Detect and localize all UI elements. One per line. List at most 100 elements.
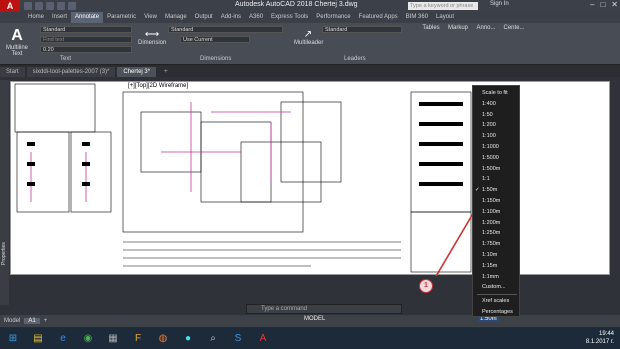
ribbon-tab[interactable]: Express Tools bbox=[267, 12, 312, 23]
scale-menu-item[interactable]: 1:1 bbox=[473, 174, 520, 184]
text-a-icon: A bbox=[11, 27, 23, 44]
search-icon[interactable]: ⌕ bbox=[201, 329, 225, 348]
scale-menu-item[interactable]: 1:400 bbox=[473, 99, 520, 109]
layout-paper[interactable] bbox=[10, 81, 610, 279]
ribbon-tab[interactable]: Insert bbox=[48, 12, 71, 23]
scale-menu-item[interactable]: 1:250m bbox=[473, 228, 520, 238]
model-space-toggle[interactable]: MODEL bbox=[304, 316, 325, 322]
drawing-sheet bbox=[14, 83, 482, 279]
open-icon[interactable] bbox=[35, 2, 43, 10]
taskbar-autocad-icon[interactable]: A bbox=[251, 329, 275, 348]
ribbon-tab[interactable]: Layout bbox=[432, 12, 458, 23]
annotation-scaling-button[interactable]: Anno... bbox=[474, 25, 498, 31]
ribbon-tab[interactable]: View bbox=[140, 12, 161, 23]
scale-menu-item[interactable]: 1:1000 bbox=[473, 142, 520, 152]
ribbon-tab[interactable]: Home bbox=[24, 12, 48, 23]
new-tab-icon[interactable]: + bbox=[158, 67, 174, 77]
ribbon-tab[interactable]: A360 bbox=[245, 12, 267, 23]
scale-menu-item[interactable]: 1:50 bbox=[473, 110, 520, 120]
tab-model[interactable]: Model bbox=[0, 318, 24, 324]
dim-layer-select[interactable]: Use Current bbox=[180, 36, 250, 43]
tables-button[interactable]: Tables bbox=[420, 25, 442, 31]
markup-button[interactable]: Markup bbox=[446, 25, 470, 31]
app-icon[interactable]: ▦ bbox=[101, 329, 125, 348]
tab-chertej[interactable]: Chertej 3* bbox=[117, 67, 157, 77]
clock-time: 19:44 bbox=[598, 331, 614, 337]
dimension-label: Dimension bbox=[138, 40, 167, 46]
scale-menu-item[interactable]: 1:50m bbox=[473, 185, 520, 195]
torrent-icon[interactable]: ● bbox=[176, 329, 200, 348]
ribbon-tab[interactable]: Annotate bbox=[71, 12, 104, 23]
ribbon-tab[interactable]: Parametric bbox=[103, 12, 140, 23]
minimize-icon[interactable]: – bbox=[590, 0, 594, 9]
autocad-logo[interactable]: A bbox=[0, 0, 20, 12]
leader-style-select[interactable]: Standard bbox=[322, 26, 402, 33]
maximize-icon[interactable]: □ bbox=[600, 0, 605, 9]
signin-button[interactable]: Sign In bbox=[490, 1, 509, 7]
text-height-input[interactable]: 0.20 bbox=[40, 46, 132, 53]
add-layout-icon[interactable]: + bbox=[40, 318, 52, 324]
tab-layout-a1[interactable]: A1 bbox=[24, 318, 40, 324]
tab-start[interactable]: Start bbox=[0, 67, 25, 77]
find-text-input[interactable]: Find text bbox=[40, 36, 132, 43]
ie-icon[interactable]: e bbox=[51, 329, 75, 348]
scale-menu-item[interactable]: Xref scales bbox=[473, 296, 520, 306]
scale-menu-item[interactable]: 1:15m bbox=[473, 261, 520, 271]
scale-menu-item[interactable]: 1:5000 bbox=[473, 153, 520, 163]
search-input[interactable]: Type a keyword or phrase bbox=[408, 2, 478, 10]
multiline-text-button[interactable]: A Multiline Text bbox=[4, 27, 30, 57]
new-icon[interactable] bbox=[24, 2, 32, 10]
save-icon[interactable] bbox=[46, 2, 54, 10]
clock-date: 8.1.2017 г. bbox=[585, 339, 614, 345]
skype-icon[interactable]: S bbox=[226, 329, 250, 348]
ribbon-tab[interactable]: Output bbox=[191, 12, 217, 23]
scale-menu-item[interactable]: 1:200 bbox=[473, 120, 520, 130]
tab-palettes[interactable]: sixddi-tool-palettes-2007 (3)* bbox=[26, 67, 116, 77]
undo-icon[interactable] bbox=[57, 2, 65, 10]
multileader-label: Multileader bbox=[294, 40, 324, 46]
dimension-icon: ⟷ bbox=[144, 29, 160, 40]
ribbon-tab[interactable]: Featured Apps bbox=[355, 12, 402, 23]
scale-menu-item[interactable]: Custom... bbox=[473, 282, 520, 292]
annotation-scale-menu: Scale to fit 1:400 1:50 1:200 1:100 1:1000 1:5… bbox=[472, 85, 520, 317]
dim-panel-title: Dimensions bbox=[200, 56, 232, 62]
text-style-select[interactable]: Standard bbox=[40, 26, 132, 33]
scale-menu-item[interactable]: Percentages bbox=[473, 307, 520, 317]
scale-menu-item[interactable]: 1:100 bbox=[473, 131, 520, 141]
centerlines-button[interactable]: Cente... bbox=[502, 25, 526, 31]
scale-menu-item[interactable]: 1:200m bbox=[473, 218, 520, 228]
scale-menu-item[interactable]: Scale to fit bbox=[473, 88, 520, 98]
scale-menu-item[interactable]: 1:500m bbox=[473, 164, 520, 174]
firefox-icon[interactable]: ◍ bbox=[151, 329, 175, 348]
properties-label: Properties bbox=[1, 242, 7, 265]
ribbon-tab[interactable]: BIM 360 bbox=[402, 12, 432, 23]
command-line[interactable]: Type a command bbox=[246, 304, 402, 314]
redo-icon[interactable] bbox=[68, 2, 76, 10]
start-button-icon[interactable]: ⊞ bbox=[1, 329, 25, 348]
scale-menu-item[interactable]: 1:10m bbox=[473, 250, 520, 260]
dimension-button[interactable]: ⟷ Dimension bbox=[138, 29, 166, 46]
properties-palette[interactable]: Properties bbox=[0, 80, 9, 305]
scale-menu-item[interactable]: 1:150m bbox=[473, 196, 520, 206]
multileader-button[interactable]: ↗ Multileader bbox=[294, 29, 324, 46]
scale-menu-item[interactable]: 1:750m bbox=[473, 239, 520, 249]
text-panel-title: Text bbox=[60, 56, 72, 62]
windows-taskbar: ⊞ ▤ e ◉ ▦ F ◍ ● ⌕ S A bbox=[0, 328, 620, 349]
ribbon-tab[interactable]: Add-ins bbox=[217, 12, 245, 23]
chrome-icon[interactable]: ◉ bbox=[76, 329, 100, 348]
window-controls: – □ ✕ bbox=[590, 0, 618, 9]
system-clock[interactable]: 19:44 8.1.2017 г. bbox=[586, 330, 614, 346]
explorer-icon[interactable]: ▤ bbox=[26, 329, 50, 348]
ribbon-tabs: Home Insert Annotate Parametric View Manage Ou… bbox=[0, 12, 620, 23]
ribbon: A Multiline Text Standard Find text 0.20… bbox=[0, 23, 620, 65]
document-tabs: Start sixddi-tool-palettes-2007 (3)* Che… bbox=[0, 66, 620, 77]
viewport-label[interactable]: [+][Top][2D Wireframe] bbox=[128, 83, 188, 89]
far-manager-icon[interactable]: F bbox=[126, 329, 150, 348]
ribbon-tab[interactable]: Performance bbox=[312, 12, 354, 23]
dim-style-select[interactable]: Standard bbox=[168, 26, 283, 33]
scale-menu-item[interactable]: 1:100m bbox=[473, 207, 520, 217]
scale-menu-item[interactable]: 1:1mm bbox=[473, 272, 520, 282]
multiline-text-label: Multiline Text bbox=[5, 45, 28, 57]
close-icon[interactable]: ✕ bbox=[611, 0, 618, 9]
ribbon-tab[interactable]: Manage bbox=[161, 12, 191, 23]
